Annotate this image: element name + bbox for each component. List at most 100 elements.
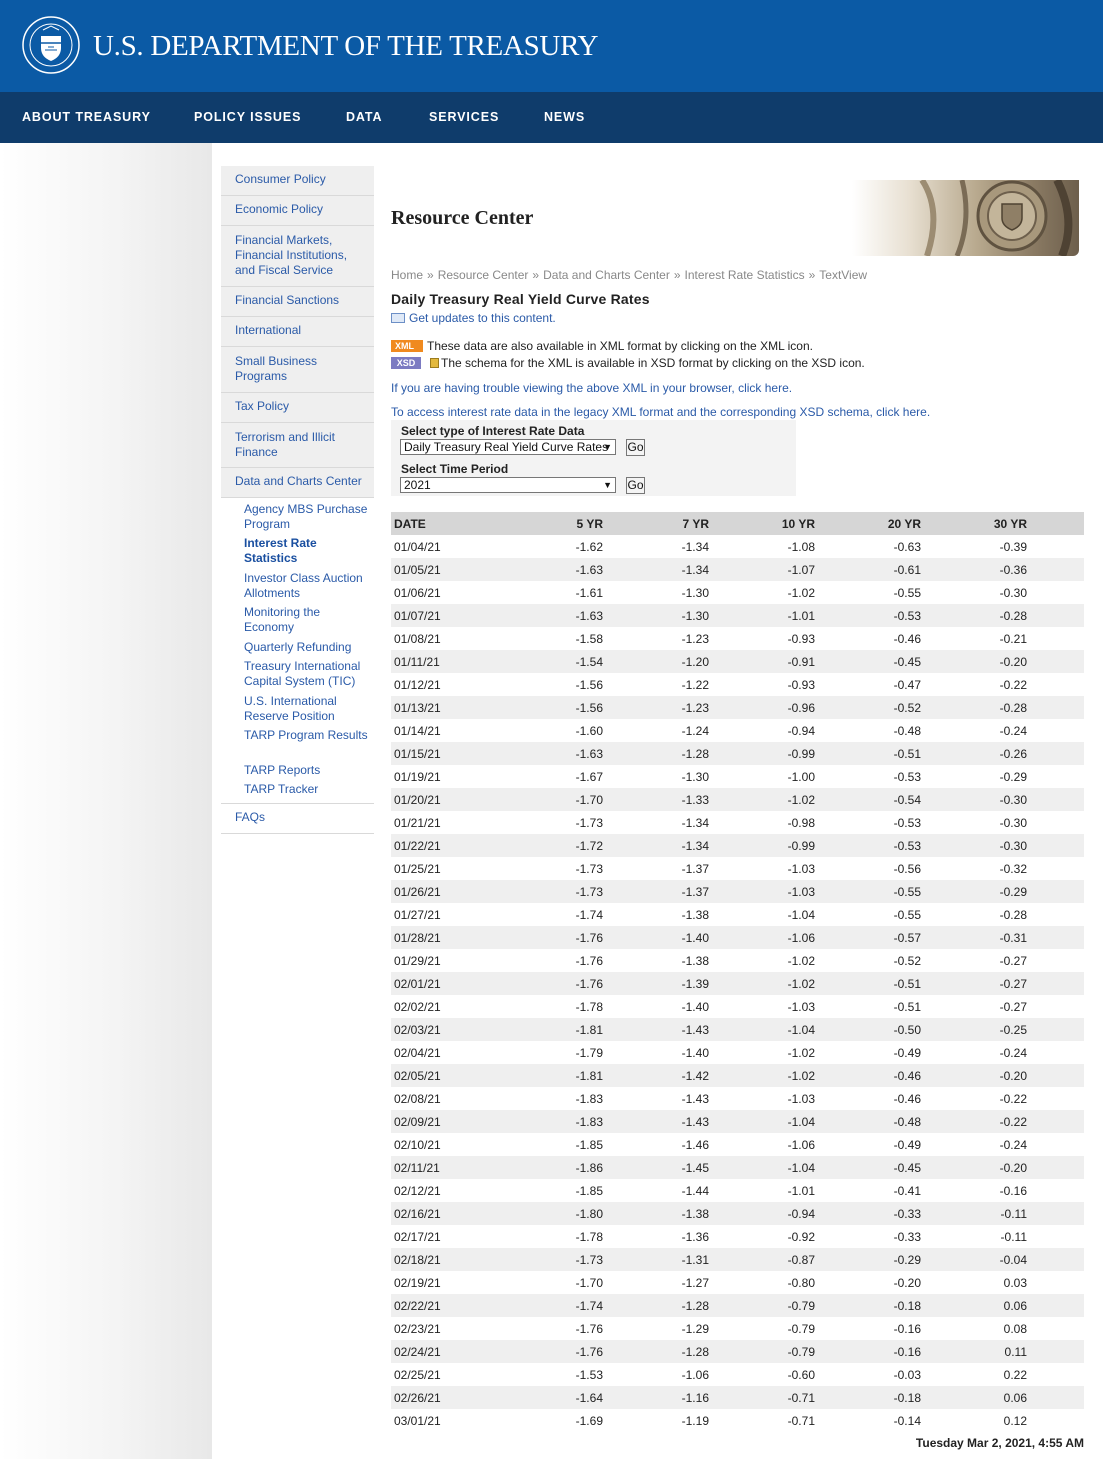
table-cell-rate: -1.44: [681, 1183, 709, 1198]
table-cell-date: 02/11/21: [391, 1156, 497, 1179]
table-cell-spacer: [1027, 880, 1084, 903]
table-cell-rate: 0.08: [1003, 1321, 1027, 1336]
sidebar-sub-reserve-position[interactable]: U.S. International Reserve Position: [244, 694, 369, 724]
table-cell-rate: -1.76: [575, 1321, 603, 1336]
breadcrumb-interest-rate-statistics[interactable]: Interest Rate Statistics: [685, 268, 805, 282]
sidebar-sub-tarp-tracker[interactable]: TARP Tracker: [244, 782, 369, 797]
table-cell-rate: -1.64: [497, 1386, 603, 1409]
table-cell-rate: -1.54: [497, 650, 603, 673]
table-cell-rate: -0.33: [893, 1229, 921, 1244]
table-cell-rate: -1.34: [603, 558, 709, 581]
table-cell-rate: -1.63: [497, 742, 603, 765]
table-cell-rate: -0.20: [921, 1156, 1027, 1179]
xsd-info-line: XSD The schema for the XML is available i…: [391, 356, 865, 370]
table-cell-rate: -1.73: [575, 815, 603, 830]
breadcrumb-textview[interactable]: TextView: [819, 268, 867, 282]
table-cell-rate: -1.85: [575, 1137, 603, 1152]
sidebar-item-small-business[interactable]: Small Business Programs: [221, 347, 374, 393]
sidebar-item-tax-policy[interactable]: Tax Policy: [221, 393, 374, 423]
sidebar-sub-monitoring-economy[interactable]: Monitoring the Economy: [244, 605, 369, 635]
table-row: 01/25/21 -1.73 -1.37 -1.03 -0.56 -0.32: [391, 857, 1084, 880]
treasury-seal-logo[interactable]: [22, 16, 80, 74]
nav-about-treasury[interactable]: ABOUT TREASURY: [22, 110, 151, 124]
table-row: 02/26/21 -1.64 -1.16 -0.71 -0.18 0.06: [391, 1386, 1084, 1409]
nav-services[interactable]: SERVICES: [429, 110, 499, 124]
table-cell-date: 01/15/21: [391, 742, 497, 765]
table-cell-rate: -1.73: [497, 880, 603, 903]
column-header-7yr: 7 YR: [603, 512, 709, 535]
sidebar-item-data-charts[interactable]: Data and Charts Center: [221, 468, 374, 498]
sidebar-sub-tarp-reports[interactable]: TARP Reports: [244, 763, 369, 778]
table-body: 01/04/21 -1.62 -1.34 -1.08 -0.63 -0.39 01/05/2…: [391, 535, 1084, 1432]
nav-data[interactable]: DATA: [346, 110, 382, 124]
table-cell-date: 02/16/21: [391, 1202, 497, 1225]
table-row: 02/05/21 -1.81 -1.42 -1.02 -0.46 -0.20: [391, 1064, 1084, 1087]
sidebar-sub-quarterly-refunding[interactable]: Quarterly Refunding: [244, 640, 369, 655]
table-cell-rate: -0.29: [921, 880, 1027, 903]
sidebar-sub-tic[interactable]: Treasury International Capital System (T…: [244, 659, 369, 689]
table-cell-rate: -0.20: [921, 1064, 1027, 1087]
get-updates-link[interactable]: Get updates to this content.: [391, 311, 556, 325]
table-cell-rate: -1.04: [787, 907, 815, 922]
rate-type-go-button[interactable]: Go: [626, 439, 645, 456]
sidebar-sub-interest-rate-statistics[interactable]: Interest Rate Statistics: [244, 536, 369, 566]
table-cell-rate: -0.29: [999, 769, 1027, 784]
table-cell-rate: -1.76: [497, 1340, 603, 1363]
table-cell-rate: -1.34: [603, 834, 709, 857]
table-cell-rate: -0.99: [709, 834, 815, 857]
table-cell-rate: -0.53: [815, 604, 921, 627]
table-cell-rate: -1.02: [709, 788, 815, 811]
table-cell-rate: -0.56: [893, 861, 921, 876]
sidebar-item-international[interactable]: International: [221, 317, 374, 347]
table-cell-rate: -1.01: [709, 604, 815, 627]
site-title[interactable]: U.S. DEPARTMENT OF THE TREASURY: [93, 30, 598, 63]
table-cell-spacer: [1027, 972, 1084, 995]
breadcrumb-home[interactable]: Home: [391, 268, 423, 282]
table-cell-rate: -0.33: [815, 1202, 921, 1225]
table-cell-date: 02/12/21: [394, 1183, 441, 1198]
legacy-xml-link[interactable]: To access interest rate data in the lega…: [391, 405, 930, 419]
table-cell-rate: -0.30: [999, 815, 1027, 830]
sidebar-item-faqs[interactable]: FAQs: [221, 804, 374, 834]
xsd-icon[interactable]: XSD: [391, 357, 421, 369]
sidebar-sub-tarp-results[interactable]: TARP Program Results: [244, 728, 369, 743]
table-cell-rate: -1.22: [681, 677, 709, 692]
sidebar-sub-agency-mbs[interactable]: Agency MBS Purchase Program: [244, 502, 369, 532]
table-cell-rate: -1.28: [603, 1294, 709, 1317]
sidebar-item-economic-policy[interactable]: Economic Policy: [221, 196, 374, 226]
table-row: 02/24/21 -1.76 -1.28 -0.79 -0.16 0.11: [391, 1340, 1084, 1363]
table-row: 01/22/21 -1.72 -1.34 -0.99 -0.53 -0.30: [391, 834, 1084, 857]
table-cell-rate: -1.70: [497, 788, 603, 811]
table-cell-rate: -0.51: [815, 742, 921, 765]
table-cell-date: 02/09/21: [391, 1110, 497, 1133]
table-cell-rate: -1.42: [603, 1064, 709, 1087]
table-cell-rate: -0.04: [921, 1248, 1027, 1271]
table-cell-date: 01/14/21: [394, 723, 441, 738]
get-updates-label[interactable]: Get updates to this content.: [409, 311, 556, 325]
table-cell-rate: -1.58: [575, 631, 603, 646]
sidebar-sub-investor-class[interactable]: Investor Class Auction Allotments: [244, 571, 369, 601]
breadcrumb-resource-center[interactable]: Resource Center: [438, 268, 529, 282]
nav-news[interactable]: NEWS: [544, 110, 585, 124]
sidebar-item-consumer-policy[interactable]: Consumer Policy: [221, 166, 374, 196]
site-header: U.S. DEPARTMENT OF THE TREASURY: [0, 0, 1103, 92]
xml-trouble-link[interactable]: If you are having trouble viewing the ab…: [391, 381, 792, 395]
table-cell-date: 02/22/21: [391, 1294, 497, 1317]
table-cell-rate: -0.32: [999, 861, 1027, 876]
table-cell-date: 03/01/21: [394, 1413, 441, 1428]
time-period-go-button[interactable]: Go: [626, 477, 645, 494]
table-cell-rate: -1.19: [681, 1413, 709, 1428]
table-cell-rate: -1.86: [497, 1156, 603, 1179]
time-period-select[interactable]: 2021 ▼: [400, 477, 616, 493]
nav-policy-issues[interactable]: POLICY ISSUES: [194, 110, 301, 124]
sidebar-item-terrorism[interactable]: Terrorism and Illicit Finance: [221, 423, 374, 468]
breadcrumb: Home» Resource Center» Data and Charts Cen…: [391, 268, 867, 282]
time-period-label: Select Time Period: [401, 462, 509, 476]
breadcrumb-data-charts-center[interactable]: Data and Charts Center: [543, 268, 670, 282]
table-cell-rate: -0.93: [787, 631, 815, 646]
xml-icon[interactable]: XML: [391, 340, 423, 352]
sidebar-item-financial-sanctions[interactable]: Financial Sanctions: [221, 287, 374, 317]
sidebar-item-financial-markets[interactable]: Financial Markets, Financial Institution…: [221, 226, 374, 287]
rate-type-select[interactable]: Daily Treasury Real Yield Curve Rates ▼: [400, 439, 616, 455]
table-row: 01/26/21 -1.73 -1.37 -1.03 -0.55 -0.29: [391, 880, 1084, 903]
